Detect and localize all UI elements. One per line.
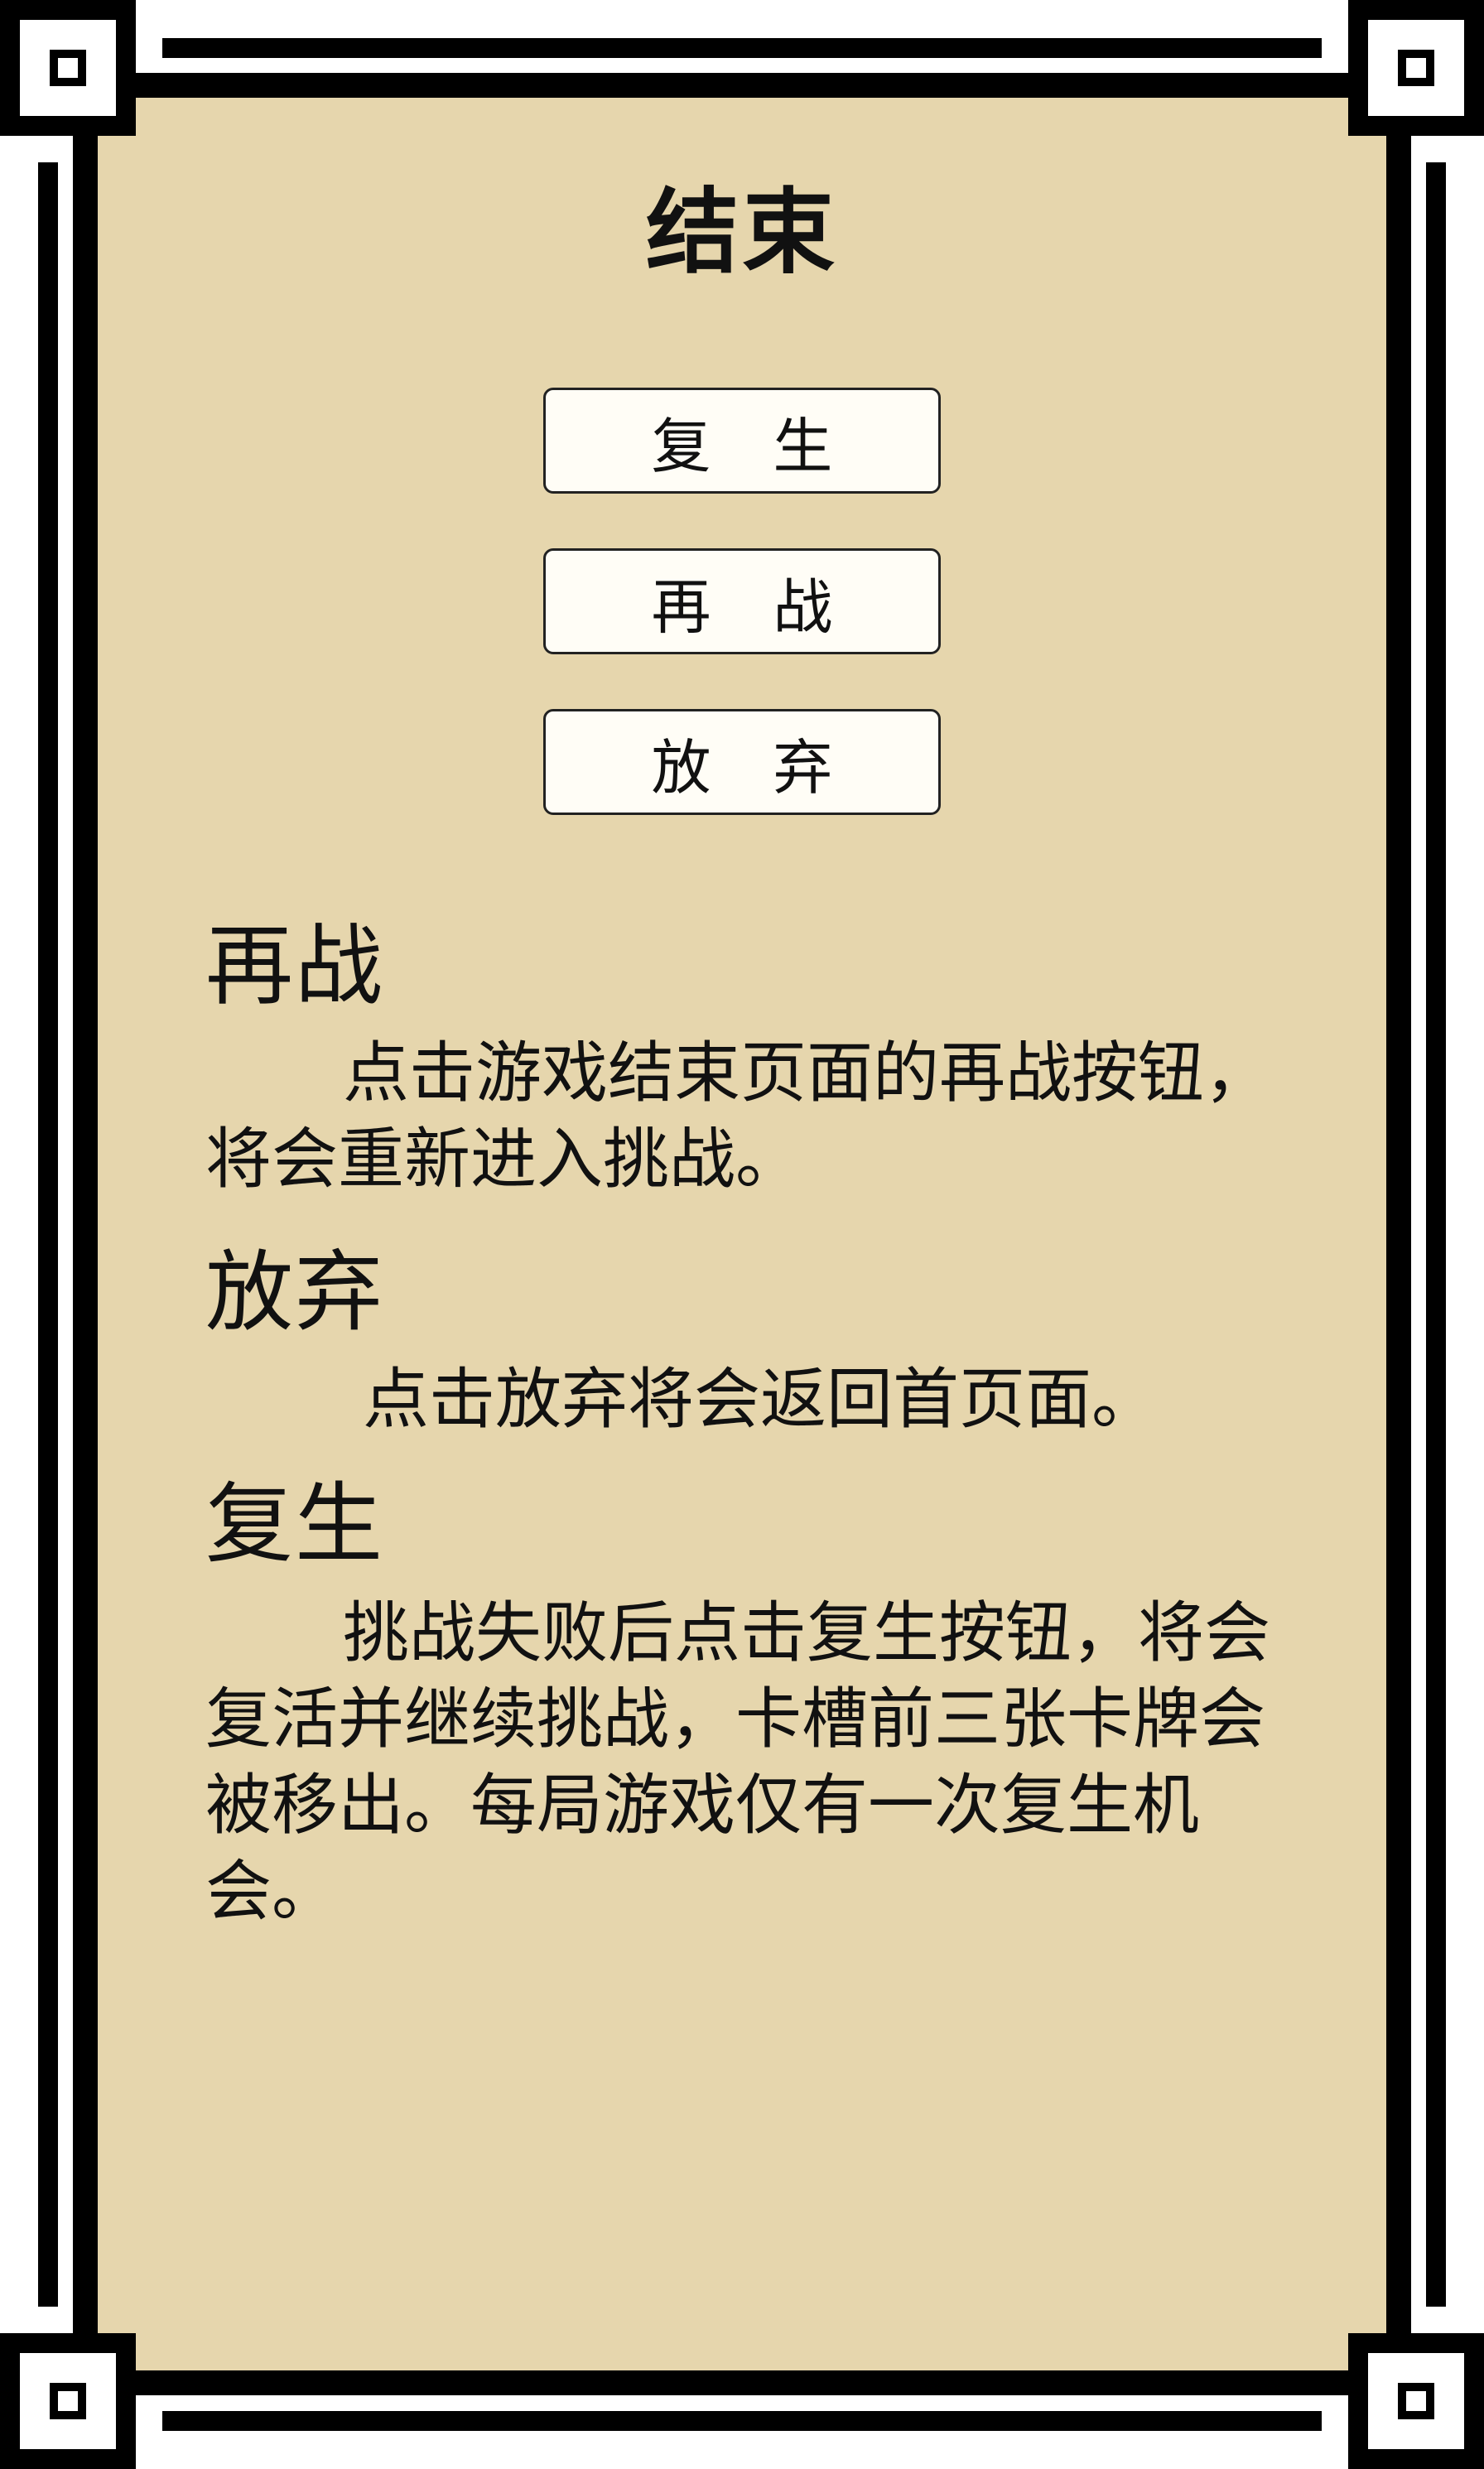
section-body-abandon: 点击放弃将会返回首页面。 [363, 1361, 1158, 1438]
corner-ornament-top-right [1348, 0, 1484, 136]
bottom-rail [162, 2411, 1322, 2431]
corner-ornament-bottom-right [1348, 2333, 1484, 2469]
corner-ornament-bottom-left [0, 2333, 136, 2469]
retry-button[interactable]: 再 战 [543, 548, 941, 654]
section-heading-retry: 再战 [205, 915, 384, 1017]
left-rail [38, 162, 58, 2307]
section-heading-abandon: 放弃 [205, 1242, 384, 1343]
section-body-revive: 挑战失败后点击复生按钮，将会复活并继续挑战，卡槽前三张卡牌会被移出。每局游戏仅有… [205, 1594, 1270, 1930]
abandon-button[interactable]: 放 弃 [543, 709, 941, 815]
section-body-retry: 点击游戏结束页面的再战按钮，将会重新进入挑战。 [205, 1034, 1270, 1198]
page-title: 结束 [646, 179, 838, 287]
section-heading-revive: 复生 [205, 1473, 384, 1575]
corner-ornament-top-left [0, 0, 136, 136]
revive-button[interactable]: 复 生 [543, 388, 941, 494]
right-rail [1426, 162, 1446, 2307]
top-rail [162, 38, 1322, 58]
